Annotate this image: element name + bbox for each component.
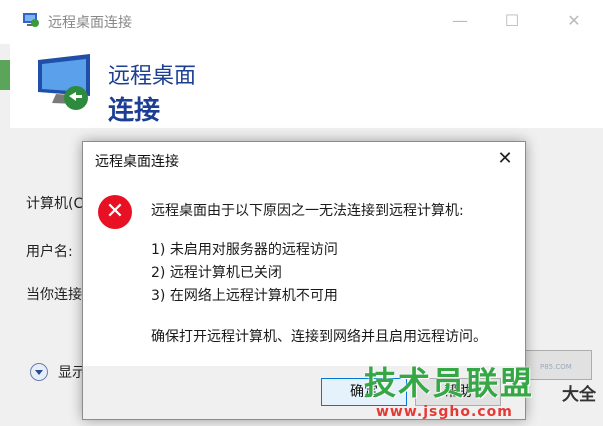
banner-title-line2: 连接: [108, 96, 161, 126]
watermark-brand: 技术员联盟: [364, 364, 535, 402]
side-strip: [0, 60, 10, 90]
computer-label: 计算机(C: [26, 196, 84, 212]
error-icon: ✕: [98, 195, 132, 229]
error-message: 远程桌面由于以下原因之一无法连接到远程计算机:: [151, 203, 464, 219]
username-label: 用户名:: [26, 244, 73, 260]
banner-title-line1: 远程桌面: [108, 64, 197, 89]
show-options-chevron-icon[interactable]: [30, 363, 48, 381]
remote-desktop-app-icon: [23, 13, 39, 27]
dialog-close-button[interactable]: ✕: [491, 146, 519, 172]
maximize-button[interactable]: ☐: [492, 8, 532, 34]
title-bar: 远程桌面连接 — ☐ ✕: [0, 0, 603, 44]
watermark-tiny: P85.COM: [540, 363, 572, 371]
minimize-button[interactable]: —: [440, 8, 480, 34]
window-title: 远程桌面连接: [48, 15, 132, 31]
banner: [10, 44, 603, 128]
reason-item: 1) 未启用对服务器的远程访问: [151, 242, 338, 258]
watermark-suffix: 大全: [562, 385, 596, 405]
window-close-button[interactable]: ✕: [554, 8, 594, 34]
reason-item: 2) 远程计算机已关闭: [151, 265, 282, 281]
monitor-icon: [38, 54, 90, 110]
connect-note: 当你连接: [26, 287, 82, 303]
watermark-url: www.jsgho.com: [376, 404, 513, 420]
reason-item: 3) 在网络上远程计算机不可用: [151, 288, 338, 304]
advice-text: 确保打开远程计算机、连接到网络并且启用远程访问。: [151, 329, 487, 345]
dialog-title: 远程桌面连接: [95, 154, 179, 170]
